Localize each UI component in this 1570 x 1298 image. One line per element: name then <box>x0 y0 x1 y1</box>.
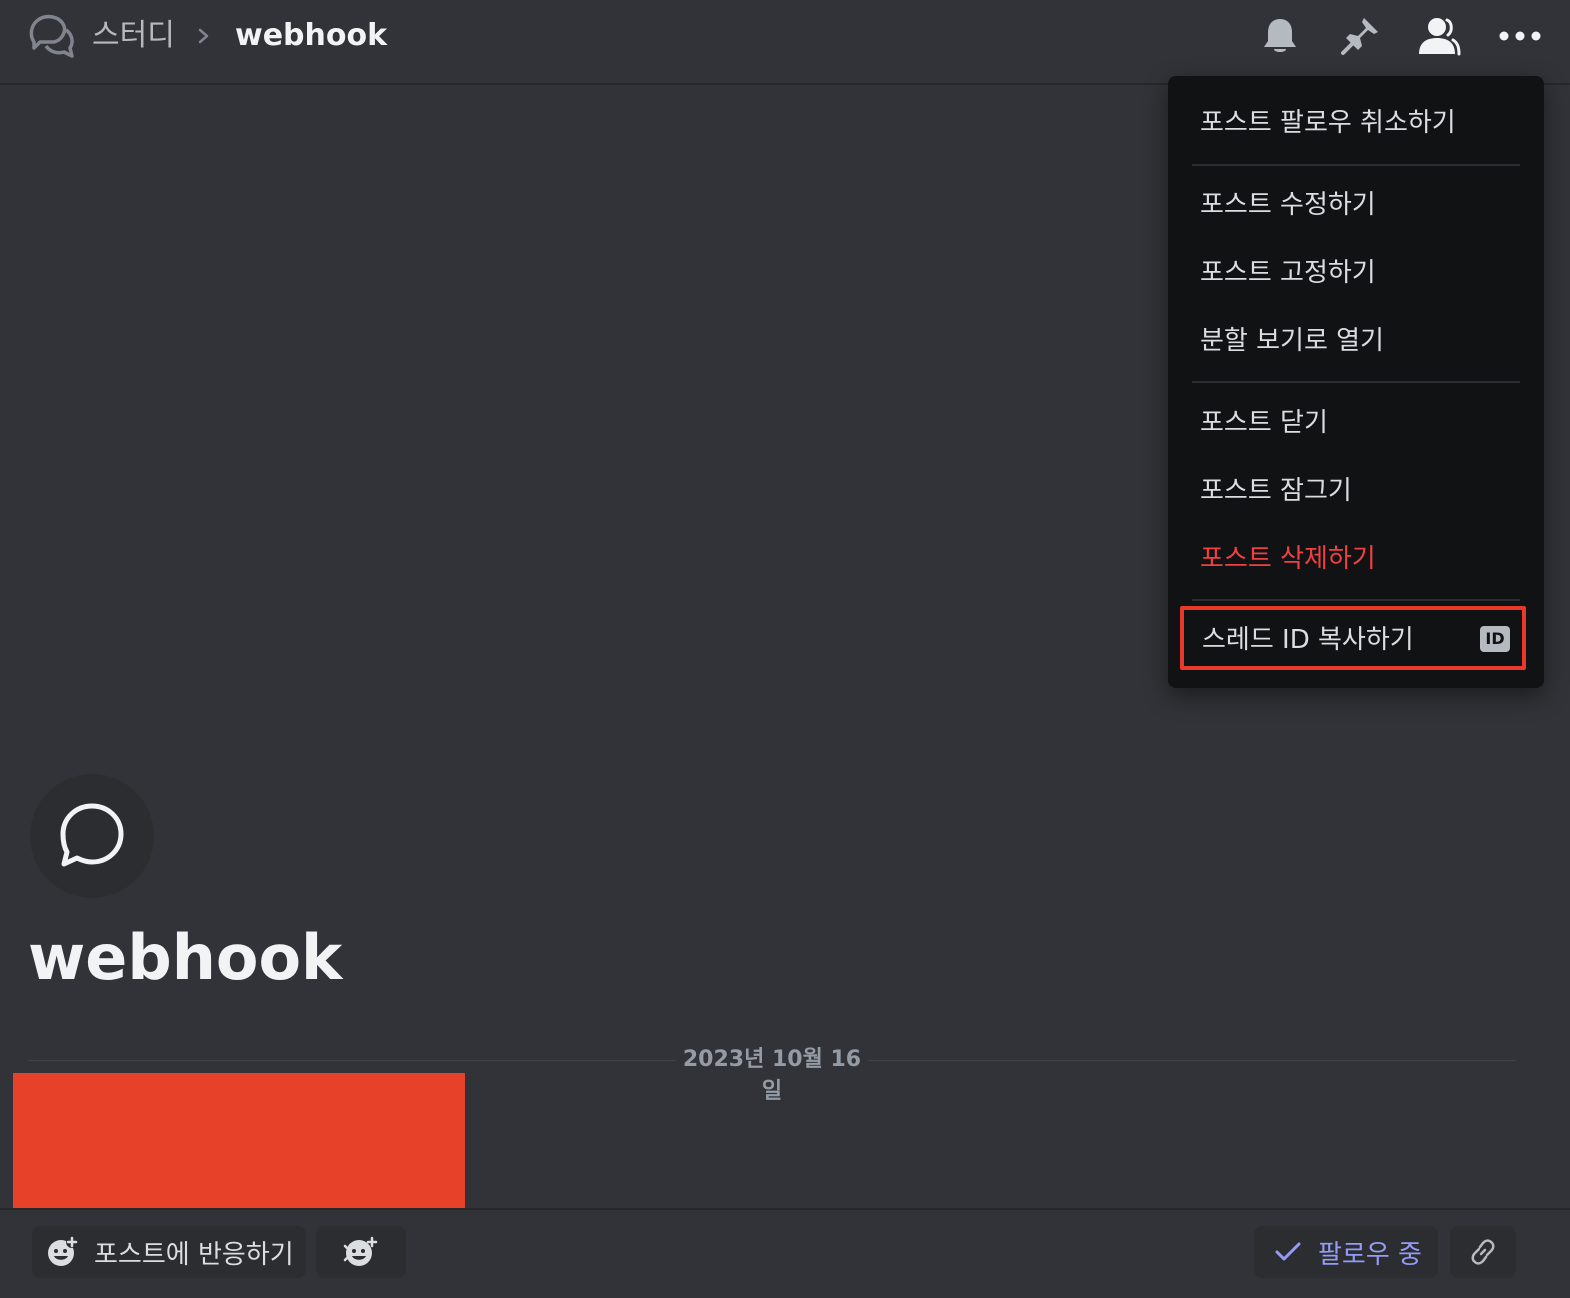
check-icon <box>1275 1242 1301 1261</box>
link-icon <box>1471 1239 1495 1265</box>
menu-item-lock[interactable]: 포스트 잠그기 <box>1168 463 1544 519</box>
notifications-button[interactable] <box>1258 14 1302 58</box>
react-to-post-button[interactable]: 포스트에 반응하기 <box>32 1226 306 1278</box>
speech-bubble-icon <box>60 803 124 867</box>
date-divider-line <box>868 1060 1516 1061</box>
thread-header: 스터디 webhook <box>0 0 1570 85</box>
react-label: 포스트에 반응하기 <box>94 1239 294 1270</box>
chevron-right-icon <box>198 28 209 44</box>
menu-item-label: 스레드 ID 복사하기 <box>1202 625 1414 655</box>
post-context-menu: 포스트 팔로우 취소하기 포스트 수정하기 포스트 고정하기 분할 보기로 열기… <box>1168 76 1544 688</box>
following-label: 팔로우 중 <box>1318 1239 1422 1270</box>
super-reaction-icon <box>343 1236 378 1266</box>
menu-item-split-view[interactable]: 분할 보기로 열기 <box>1168 313 1544 369</box>
threads-icon <box>29 14 74 58</box>
members-icon <box>1419 18 1461 56</box>
date-divider: 2023년 10월 16일 <box>682 1047 862 1104</box>
menu-separator <box>1192 599 1520 601</box>
menu-separator <box>1192 381 1520 383</box>
more-horizontal-icon <box>1499 31 1541 41</box>
members-button[interactable] <box>1417 14 1461 58</box>
breadcrumb-thread: webhook <box>235 18 388 53</box>
more-options-button[interactable] <box>1498 14 1542 58</box>
menu-item-unfollow[interactable]: 포스트 팔로우 취소하기 <box>1168 95 1544 151</box>
bell-icon <box>1264 19 1296 52</box>
pin-icon <box>1341 18 1378 55</box>
super-reaction-button[interactable] <box>316 1226 406 1278</box>
date-divider-line <box>28 1060 676 1061</box>
redacted-block <box>13 1073 465 1209</box>
breadcrumb-channel[interactable]: 스터디 <box>92 16 175 56</box>
menu-item-pin[interactable]: 포스트 고정하기 <box>1168 245 1544 301</box>
post-avatar <box>30 774 154 898</box>
id-icon: ID <box>1480 626 1510 652</box>
pins-button[interactable] <box>1338 14 1382 58</box>
menu-separator <box>1192 164 1520 166</box>
add-reaction-icon <box>48 1236 78 1266</box>
menu-item-copy-thread-id[interactable]: 스레드 ID 복사하기 ID <box>1180 606 1526 670</box>
app-window: 스터디 webhook 포스트 팔로우 취소하기 포스트 수정하기 포스트 고정… <box>0 0 1570 1298</box>
post-actions-bar: 포스트에 반응하기 팔로우 중 <box>0 1208 1570 1298</box>
following-button[interactable]: 팔로우 중 <box>1254 1226 1438 1278</box>
menu-item-close[interactable]: 포스트 닫기 <box>1168 395 1544 451</box>
menu-item-edit[interactable]: 포스트 수정하기 <box>1168 177 1544 233</box>
menu-item-delete[interactable]: 포스트 삭제하기 <box>1168 531 1544 587</box>
copy-link-button[interactable] <box>1450 1226 1516 1278</box>
post-title: webhook <box>28 921 343 994</box>
